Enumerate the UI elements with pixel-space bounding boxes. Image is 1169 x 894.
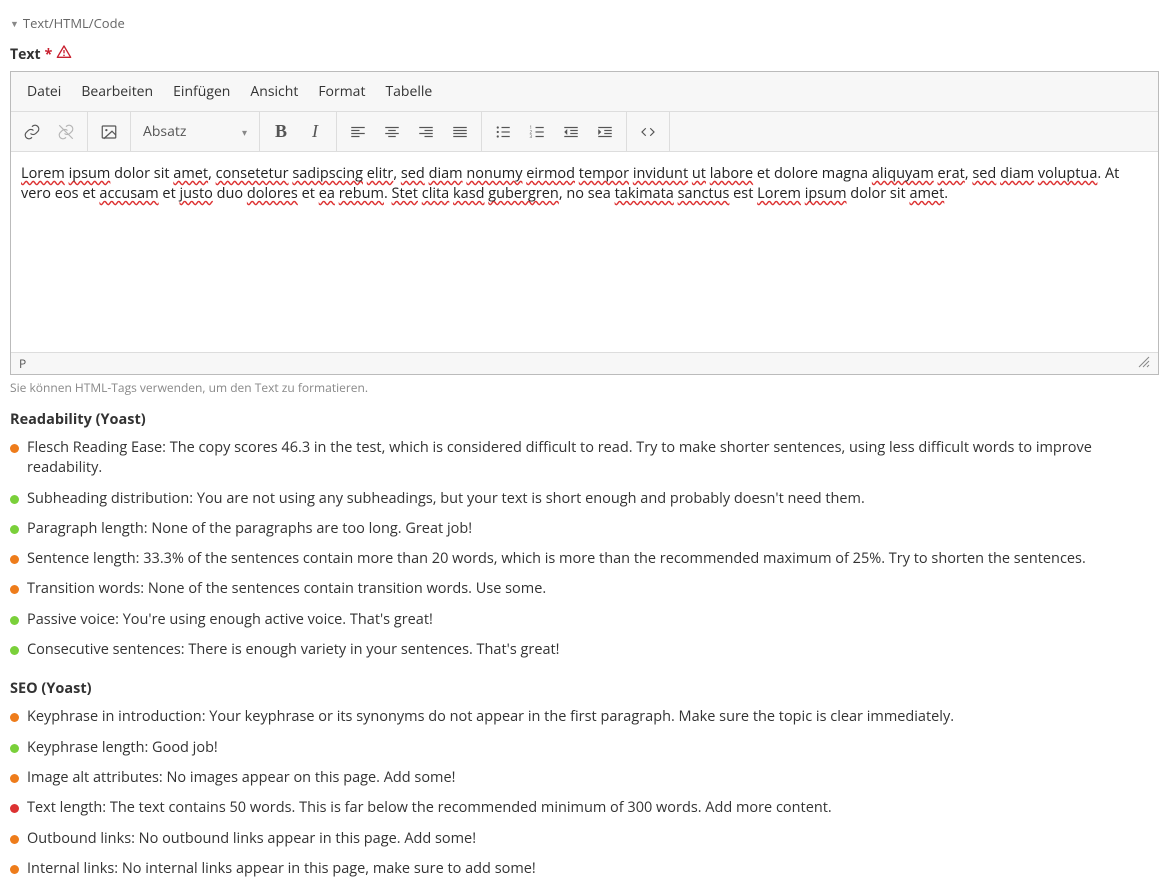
menu-file[interactable]: Datei xyxy=(17,76,71,107)
readability-item: Paragraph length: None of the paragraphs… xyxy=(10,514,1159,544)
required-indicator: * xyxy=(45,45,53,64)
menu-insert[interactable]: Einfügen xyxy=(163,76,240,107)
readability-title: Readability (Yoast) xyxy=(10,410,1159,429)
editor-statusbar: P xyxy=(11,352,1158,374)
field-hint: Sie können HTML-Tags verwenden, um den T… xyxy=(10,379,1159,396)
score-bullet-orange xyxy=(10,555,19,564)
menu-table[interactable]: Tabelle xyxy=(375,76,442,107)
seo-item-text: Outbound links: No outbound links appear… xyxy=(27,829,476,849)
readability-item-text: Passive voice: You're using enough activ… xyxy=(27,610,433,630)
menu-format[interactable]: Format xyxy=(308,76,375,107)
seo-item: Text length: The text contains 50 words.… xyxy=(10,793,1159,823)
field-label-text: Text xyxy=(10,45,41,64)
score-bullet-orange xyxy=(10,444,19,453)
seo-item: Keyphrase in introduction: Your keyphras… xyxy=(10,702,1159,732)
indent-button[interactable] xyxy=(588,115,622,149)
readability-item: Passive voice: You're using enough activ… xyxy=(10,605,1159,635)
rich-text-editor: Datei Bearbeiten Einfügen Ansicht Format… xyxy=(10,71,1159,375)
score-bullet-green xyxy=(10,616,19,625)
seo-item-text: Keyphrase length: Good job! xyxy=(27,738,218,758)
link-button[interactable] xyxy=(15,115,49,149)
align-center-button[interactable] xyxy=(375,115,409,149)
editor-toolbar: Absatz ▾ B I xyxy=(11,112,1158,152)
score-bullet-orange xyxy=(10,774,19,783)
readability-item-text: Sentence length: 33.3% of the sentences … xyxy=(27,549,1086,569)
score-bullet-green xyxy=(10,744,19,753)
editor-menubar: Datei Bearbeiten Einfügen Ansicht Format… xyxy=(11,72,1158,112)
seo-item-text: Image alt attributes: No images appear o… xyxy=(27,768,455,788)
seo-item: Image alt attributes: No images appear o… xyxy=(10,763,1159,793)
svg-text:3: 3 xyxy=(530,134,533,140)
bold-button[interactable]: B xyxy=(264,115,298,149)
seo-item: Keyphrase length: Good job! xyxy=(10,733,1159,763)
readability-item: Subheading distribution: You are not usi… xyxy=(10,484,1159,514)
readability-item-text: Subheading distribution: You are not usi… xyxy=(27,489,865,509)
readability-item: Transition words: None of the sentences … xyxy=(10,574,1159,604)
seo-item-text: Internal links: No internal links appear… xyxy=(27,859,536,879)
readability-item: Sentence length: 33.3% of the sentences … xyxy=(10,544,1159,574)
italic-button[interactable]: I xyxy=(298,115,332,149)
section-title: Text/HTML/Code xyxy=(23,14,125,32)
score-bullet-red xyxy=(10,804,19,813)
menu-view[interactable]: Ansicht xyxy=(240,76,308,107)
source-code-button[interactable] xyxy=(631,115,665,149)
align-justify-button[interactable] xyxy=(443,115,477,149)
element-path[interactable]: P xyxy=(19,355,26,372)
numbered-list-button[interactable]: 123 xyxy=(520,115,554,149)
caret-down-icon: ▼ xyxy=(10,17,19,30)
paragraph-format-select[interactable]: Absatz ▾ xyxy=(135,122,255,141)
format-select-value: Absatz xyxy=(143,122,186,141)
readability-item-text: Paragraph length: None of the paragraphs… xyxy=(27,519,472,539)
readability-item: Flesch Reading Ease: The copy scores 46.… xyxy=(10,433,1159,484)
readability-item: Consecutive sentences: There is enough v… xyxy=(10,635,1159,665)
score-bullet-green xyxy=(10,495,19,504)
section-header[interactable]: ▼ Text/HTML/Code xyxy=(10,14,1159,32)
seo-title: SEO (Yoast) xyxy=(10,679,1159,698)
score-bullet-orange xyxy=(10,713,19,722)
outdent-button[interactable] xyxy=(554,115,588,149)
seo-list: Keyphrase in introduction: Your keyphras… xyxy=(10,702,1159,884)
readability-list: Flesch Reading Ease: The copy scores 46.… xyxy=(10,433,1159,665)
seo-item: Outbound links: No outbound links appear… xyxy=(10,824,1159,854)
readability-item-text: Consecutive sentences: There is enough v… xyxy=(27,640,560,660)
warning-icon xyxy=(56,44,72,65)
bullet-list-button[interactable] xyxy=(486,115,520,149)
chevron-down-icon: ▾ xyxy=(242,125,247,139)
seo-item-text: Keyphrase in introduction: Your keyphras… xyxy=(27,707,954,727)
score-bullet-orange xyxy=(10,835,19,844)
editor-content-area[interactable]: Lorem ipsum dolor sit amet, consetetur s… xyxy=(11,152,1158,352)
score-bullet-green xyxy=(10,646,19,655)
score-bullet-orange xyxy=(10,865,19,874)
seo-item: Internal links: No internal links appear… xyxy=(10,854,1159,884)
menu-edit[interactable]: Bearbeiten xyxy=(71,76,163,107)
readability-item-text: Transition words: None of the sentences … xyxy=(27,579,546,599)
score-bullet-orange xyxy=(10,585,19,594)
align-left-button[interactable] xyxy=(341,115,375,149)
seo-item-text: Text length: The text contains 50 words.… xyxy=(27,798,832,818)
readability-item-text: Flesch Reading Ease: The copy scores 46.… xyxy=(27,438,1159,479)
align-right-button[interactable] xyxy=(409,115,443,149)
field-label: Text* xyxy=(10,44,1159,65)
score-bullet-green xyxy=(10,525,19,534)
unlink-button[interactable] xyxy=(49,115,83,149)
image-button[interactable] xyxy=(92,115,126,149)
resize-handle-icon[interactable] xyxy=(1138,355,1150,372)
